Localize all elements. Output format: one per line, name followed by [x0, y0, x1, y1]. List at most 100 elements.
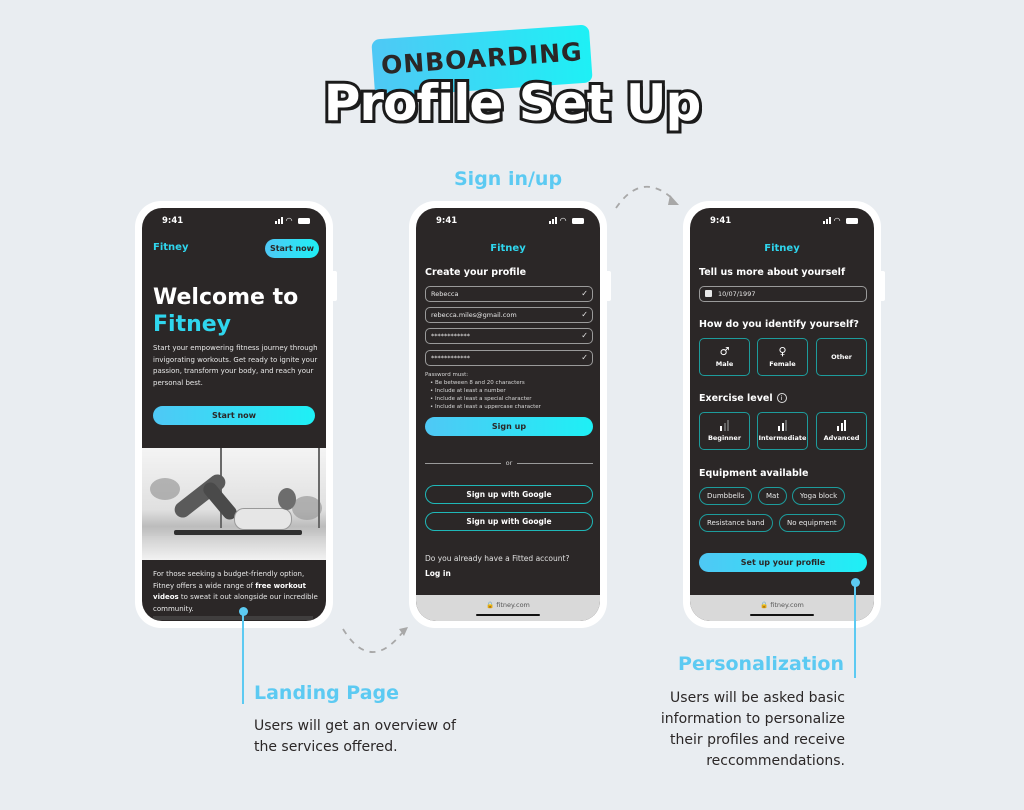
personalization-section-description: Users will be asked basic information to…	[661, 688, 845, 772]
gender-option-label: Male	[715, 360, 734, 368]
exercise-option-label: Beginner	[707, 434, 742, 442]
equipment-chip-dumbbells[interactable]: Dumbbells	[699, 487, 753, 505]
landing-section-title: Landing Page	[254, 682, 400, 704]
gender-option-label: Other	[831, 353, 852, 361]
status-bar: 9:41 ◠	[142, 216, 326, 230]
create-profile-heading: Create your profile	[425, 267, 527, 278]
landing-phone: 9:41 ◠ Fitney Start now Welcome to Fitne…	[135, 201, 337, 628]
equipment-chip-no-equipment[interactable]: No equipment	[779, 514, 845, 532]
personalization-description-line: their profiles and receive	[670, 732, 845, 748]
status-time: 9:41	[436, 216, 458, 226]
phone-side-button	[607, 271, 611, 301]
signup-screen: 9:41 ◠ Fitney Create your profile Rebecc…	[416, 208, 600, 621]
name-field-value: Rebecca	[431, 290, 459, 298]
birthdate-value: 10/07/1997	[718, 290, 756, 298]
login-link[interactable]: Log in	[425, 569, 451, 578]
equipment-chip-resistance-band[interactable]: Resistance band	[699, 514, 773, 532]
confirm-password-field[interactable]: ************ ✓	[425, 350, 593, 366]
gender-option-label: Female	[769, 360, 796, 368]
personalization-section-title: Personalization	[678, 653, 844, 675]
or-divider: or	[425, 459, 593, 467]
personalization-connector-line	[854, 583, 856, 678]
brand-logo[interactable]: Fitney	[690, 243, 874, 254]
male-icon: ♂	[719, 345, 730, 358]
hero-headline-line1: Welcome to	[153, 285, 299, 310]
exercise-option-beginner[interactable]: Beginner	[699, 412, 750, 450]
google-signup-button[interactable]: Sign up with Google	[425, 485, 593, 504]
hero-start-now-button[interactable]: Start now	[153, 406, 315, 425]
free-videos-text-part2: to sweat it out alongside our incredible…	[153, 593, 318, 613]
equipment-chip-yoga-block[interactable]: Yoga block	[792, 487, 846, 505]
name-field[interactable]: Rebecca ✓	[425, 286, 593, 302]
landing-connector-line	[242, 612, 244, 704]
password-rule: Include at least a uppercase character	[430, 403, 541, 411]
phone-side-button	[333, 271, 337, 301]
browser-url-bar[interactable]: 🔒 fitney.com	[690, 595, 874, 621]
hero-description: Start your empowering fitness journey th…	[153, 344, 318, 387]
flow-arrow-top	[615, 185, 679, 209]
set-up-profile-button[interactable]: Set up your profile	[699, 553, 867, 572]
calendar-icon	[705, 290, 712, 297]
exercise-option-intermediate[interactable]: Intermediate	[757, 412, 808, 450]
level-advanced-icon	[837, 420, 846, 431]
gender-option-female[interactable]: ♀ Female	[757, 338, 808, 376]
female-icon: ♀	[778, 345, 787, 358]
personalization-description-line: Users will be asked basic	[670, 690, 845, 706]
signal-icon	[275, 217, 283, 224]
battery-icon	[298, 217, 310, 224]
status-bar: 9:41 ◠	[690, 216, 874, 230]
equipment-chip-mat[interactable]: Mat	[758, 487, 788, 505]
brand-logo[interactable]: Fitney	[416, 243, 600, 254]
password-field-value: ************	[431, 332, 470, 340]
email-field-value: rebecca.miles@gmail.com	[431, 311, 517, 319]
exercise-option-label: Advanced	[823, 434, 860, 442]
status-time: 9:41	[710, 216, 732, 226]
landing-description-line: Users will get an overview of	[254, 718, 456, 734]
gender-option-other[interactable]: Other	[816, 338, 867, 376]
free-videos-text: For those seeking a budget-friendly opti…	[153, 569, 321, 615]
check-icon: ✓	[581, 353, 588, 362]
wifi-icon: ◠	[834, 216, 841, 225]
battery-icon	[572, 217, 584, 224]
exercise-option-advanced[interactable]: Advanced	[816, 412, 867, 450]
password-field[interactable]: ************ ✓	[425, 328, 593, 344]
url-text: 🔒 fitney.com	[760, 601, 804, 609]
signin-section-label: Sign in/up	[454, 168, 563, 190]
battery-icon	[846, 217, 858, 224]
profile-phone: 9:41 ◠ Fitney Tell us more about yoursel…	[683, 201, 885, 628]
email-field[interactable]: rebecca.miles@gmail.com ✓	[425, 307, 593, 323]
check-icon: ✓	[581, 289, 588, 298]
header-start-now-button[interactable]: Start now	[265, 239, 319, 258]
exercise-level-heading: Exercise level i	[699, 393, 787, 404]
personalization-description-line: information to personalize	[660, 711, 845, 727]
google-signup-button-2[interactable]: Sign up with Google	[425, 512, 593, 531]
flow-arrow-bottom	[342, 627, 408, 653]
sign-up-button[interactable]: Sign up	[425, 417, 593, 436]
birthdate-field[interactable]: 10/07/1997	[699, 286, 867, 302]
info-icon[interactable]: i	[776, 393, 787, 403]
status-bar: 9:41 ◠	[416, 216, 600, 230]
url-text: 🔒 fitney.com	[486, 601, 530, 609]
wifi-icon: ◠	[560, 216, 567, 225]
password-rule: Be between 8 and 20 characters	[430, 379, 541, 387]
status-time: 9:41	[162, 216, 184, 226]
gender-option-male[interactable]: ♂ Male	[699, 338, 750, 376]
landing-screen: 9:41 ◠ Fitney Start now Welcome to Fitne…	[142, 208, 326, 621]
home-indicator	[476, 613, 540, 616]
hero-headline: Welcome to Fitney	[153, 284, 298, 338]
wifi-icon: ◠	[286, 216, 293, 225]
equipment-heading: Equipment available	[699, 468, 809, 479]
browser-url-bar[interactable]: 🔒 fitney.com	[416, 595, 600, 621]
exercise-level-heading-text: Exercise level	[699, 393, 773, 404]
account-question: Do you already have a Fitted account?	[425, 554, 570, 563]
password-rules: Password must: Be between 8 and 20 chara…	[425, 371, 541, 411]
password-rules-title: Password must:	[425, 372, 469, 378]
landing-section-description: Users will get an overview of the servic…	[254, 716, 456, 758]
signup-phone: 9:41 ◠ Fitney Create your profile Rebecc…	[409, 201, 611, 628]
home-indicator	[750, 613, 814, 616]
about-yourself-heading: Tell us more about yourself	[699, 267, 846, 278]
hero-headline-brand: Fitney	[153, 312, 232, 337]
brand-logo[interactable]: Fitney	[153, 242, 188, 253]
exercise-option-label: Intermediate	[758, 434, 807, 442]
page-title: Profile Set Up	[321, 71, 705, 135]
